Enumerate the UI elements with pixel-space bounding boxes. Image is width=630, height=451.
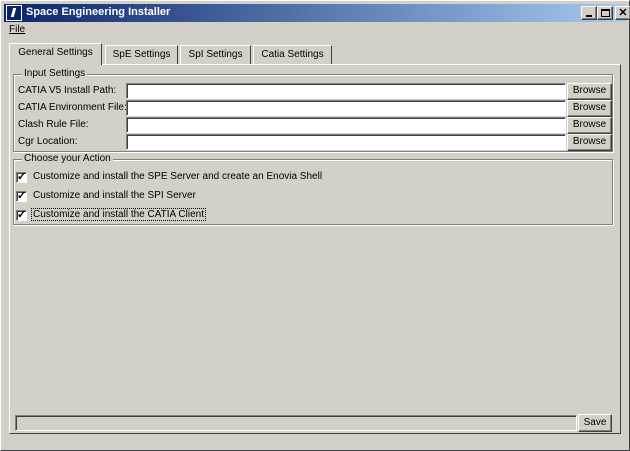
- cgr-location-input[interactable]: [126, 134, 566, 150]
- spi-server-checkbox[interactable]: ✓: [16, 190, 27, 202]
- maximize-icon: [601, 9, 610, 17]
- close-button[interactable]: ✕: [615, 6, 630, 20]
- catia-environment-file-browse-button[interactable]: Browse: [567, 100, 612, 117]
- window-title: Space Engineering Installer: [26, 6, 171, 18]
- tab-label: SpE Settings: [112, 49, 171, 60]
- clash-rule-file-label: Clash Rule File:: [18, 119, 89, 130]
- action-option-catia-client[interactable]: ✓ Customize and install the CATIA Client: [16, 208, 416, 223]
- spe-server-checkbox[interactable]: ✓: [16, 171, 27, 183]
- clash-rule-file-browse-button[interactable]: Browse: [567, 117, 612, 134]
- menu-bar: File: [4, 23, 626, 38]
- close-icon: ✕: [618, 7, 628, 19]
- tab-spi-settings[interactable]: SpI Settings: [180, 45, 251, 64]
- spe-server-option-label: Customize and install the SPE Server and…: [33, 171, 323, 182]
- tab-catia-settings[interactable]: Catia Settings: [253, 45, 332, 64]
- cgr-location-label: Cgr Location:: [18, 136, 78, 147]
- save-button[interactable]: Save: [578, 414, 612, 432]
- cgr-location-browse-button[interactable]: Browse: [567, 134, 612, 151]
- menu-file[interactable]: File: [9, 24, 25, 35]
- tab-label: SpI Settings: [188, 49, 243, 60]
- maximize-button[interactable]: [597, 6, 613, 20]
- tab-label: General Settings: [18, 47, 93, 58]
- checkmark-icon: ✓: [17, 171, 27, 183]
- menu-file-label: File: [9, 24, 26, 35]
- action-option-spi-server[interactable]: ✓ Customize and install the SPI Server: [16, 190, 416, 204]
- catia-environment-file-label: CATIA Environment File:: [18, 102, 127, 113]
- catia-environment-file-input[interactable]: [126, 100, 566, 116]
- clash-rule-file-input[interactable]: [126, 117, 566, 133]
- minimize-button[interactable]: [581, 6, 597, 20]
- input-settings-legend: Input Settings: [22, 68, 88, 79]
- checkmark-icon: ✓: [17, 209, 27, 221]
- tab-spe-settings[interactable]: SpE Settings: [105, 45, 178, 64]
- app-icon: [6, 5, 22, 21]
- catia-install-path-input[interactable]: [126, 83, 566, 99]
- installer-window: Space Engineering Installer ✕ File Gener…: [0, 0, 630, 451]
- spi-server-option-label: Customize and install the SPI Server: [33, 190, 196, 201]
- title-bar[interactable]: Space Engineering Installer ✕: [4, 4, 630, 22]
- catia-install-path-label: CATIA V5 Install Path:: [18, 85, 117, 96]
- action-option-spe-server[interactable]: ✓ Customize and install the SPE Server a…: [16, 171, 416, 185]
- minimize-icon: [586, 15, 592, 17]
- choose-action-legend: Choose your Action: [22, 153, 113, 164]
- tab-general-settings[interactable]: General Settings: [9, 43, 102, 65]
- status-field: [15, 415, 577, 431]
- catia-client-option-label: Customize and install the CATIA Client: [30, 208, 207, 221]
- catia-client-checkbox[interactable]: ✓: [16, 209, 27, 221]
- checkmark-icon: ✓: [17, 190, 27, 202]
- catia-install-path-browse-button[interactable]: Browse: [567, 83, 612, 100]
- tab-label: Catia Settings: [261, 49, 324, 60]
